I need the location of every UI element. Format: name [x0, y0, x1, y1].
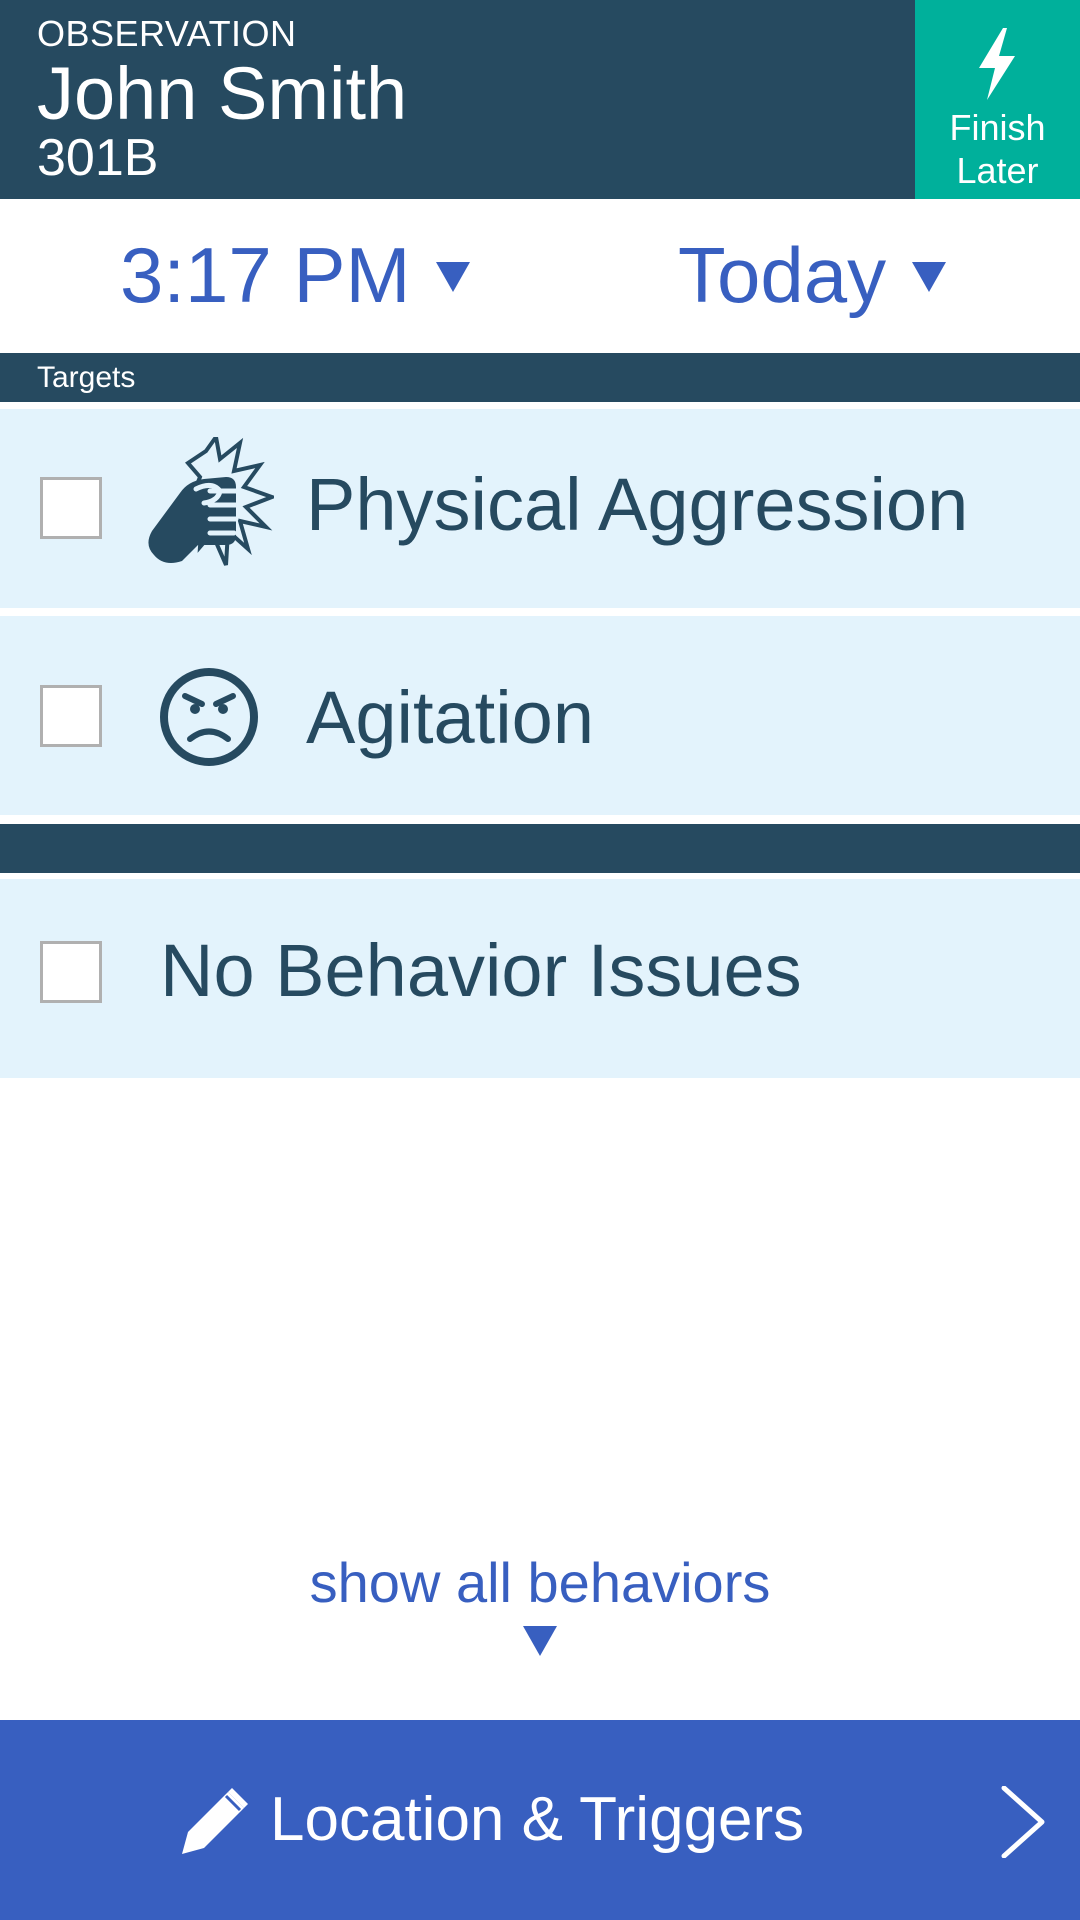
finish-label-line1: Finish	[949, 107, 1046, 148]
location-triggers-label: Location & Triggers	[270, 1785, 805, 1854]
time-picker[interactable]: 3:17 PM	[120, 231, 471, 319]
chevron-right-icon	[1001, 1786, 1045, 1858]
targets-section-header: Targets	[0, 353, 1080, 402]
time-date-row: 3:17 PM Today	[0, 199, 1080, 353]
behavior-label: Physical Aggression	[306, 463, 969, 546]
fist-impact-icon	[148, 437, 274, 566]
show-all-behaviors-link[interactable]: show all behaviors	[0, 1548, 1080, 1656]
caret-down-icon	[912, 262, 947, 292]
observation-label: OBSERVATION	[37, 13, 297, 54]
section-divider	[0, 824, 1080, 873]
finish-later-label: Finish Later	[915, 106, 1080, 192]
caret-down-icon	[436, 262, 471, 292]
no-issues-label: No Behavior Issues	[160, 929, 802, 1012]
finish-later-button[interactable]: Finish Later	[915, 0, 1080, 199]
finish-label-line2: Later	[956, 150, 1039, 191]
date-value: Today	[678, 231, 887, 319]
behavior-row-physical-aggression[interactable]: Physical Aggression	[0, 409, 1080, 608]
header-bar: OBSERVATION John Smith 301B Finish Later	[0, 0, 1080, 199]
time-value: 3:17 PM	[120, 231, 411, 319]
show-all-label: show all behaviors	[309, 1551, 771, 1614]
no-behavior-issues-row[interactable]: No Behavior Issues	[0, 879, 1080, 1078]
behavior-checkbox[interactable]	[40, 685, 102, 747]
behavior-row-agitation[interactable]: Agitation	[0, 616, 1080, 815]
no-issues-checkbox[interactable]	[40, 941, 102, 1003]
behavior-label: Agitation	[306, 676, 594, 759]
caret-down-icon	[523, 1626, 557, 1656]
behavior-checkbox[interactable]	[40, 477, 102, 539]
pencil-icon	[182, 1788, 248, 1854]
room-number: 301B	[37, 129, 159, 187]
angry-face-icon	[160, 668, 258, 766]
location-triggers-button[interactable]: Location & Triggers	[0, 1720, 1080, 1920]
lightning-bolt-icon	[979, 28, 1015, 100]
patient-info: OBSERVATION John Smith 301B	[37, 13, 408, 187]
patient-name: John Smith	[37, 52, 408, 135]
date-picker[interactable]: Today	[678, 231, 947, 319]
targets-section-title: Targets	[37, 361, 136, 394]
